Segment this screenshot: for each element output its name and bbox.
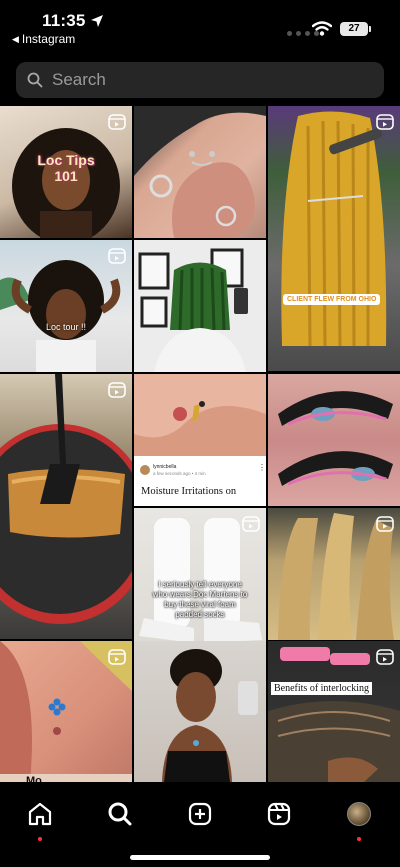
client-flew-caption: CLIENT FLEW FROM OHIO [283,294,381,305]
home-notification-dot [38,837,42,841]
tab-profile[interactable] [339,794,379,841]
reel-icon [376,516,394,532]
ear-photo [134,106,266,238]
search-bar[interactable] [16,62,384,98]
back-to-app-link[interactable]: ◀ Instagram [12,32,75,46]
explore-tile-green-locs[interactable] [134,240,266,372]
explore-tile-interlocking[interactable]: Benefits of interlocking [268,641,400,782]
grilled-cheese-photo [0,374,132,624]
reel-icon [376,649,394,665]
lashes-photo [278,391,393,486]
battery-indicator: 27 [340,22,371,36]
tab-search[interactable] [100,794,140,834]
reels-icon [267,802,291,826]
reel-icon [108,248,126,264]
author-avatar [140,465,150,475]
tab-reels[interactable] [259,794,299,834]
post-meta: a few seconds ago • 4 min [153,471,206,476]
explore-tile-moisture-post[interactable]: lynnicbella a few seconds ago • 4 min ⋮ … [134,374,266,506]
explore-tile-lashes[interactable] [268,374,400,506]
explore-grid: Loc Tips 101 CLIENT FLEW FROM OHIO Loc t… [0,106,400,782]
back-app-label: Instagram [21,32,76,46]
status-bar: 11:35 ◀ Instagram 27 [0,0,400,50]
back-arrow-icon: ◀ [12,33,19,44]
post-author: lynnicbella [153,464,177,470]
home-icon [28,802,52,826]
wifi-icon [312,21,332,36]
more-options-icon: ⋮ [258,463,266,472]
reel-icon [108,114,126,130]
selfie-photo [162,649,258,782]
socks-caption: I seriously tell everyone who wears Doc … [152,580,248,619]
ear-closeup-photo [134,374,266,456]
location-arrow-icon [91,15,103,27]
profile-notification-dot [357,837,361,841]
green-locs-photo [138,248,248,372]
interlocking-caption: Benefits of interlocking [271,682,372,695]
explore-tile-ear-stud[interactable]: Mo [0,641,132,782]
home-indicator [130,855,270,860]
create-post-icon [188,802,212,826]
clock: 11:35 [42,11,86,30]
reel-icon [242,516,260,532]
post-title: Moisture Irritations on [141,486,237,497]
reel-icon [376,114,394,130]
partial-caption: Mo [26,775,42,782]
search-input[interactable] [52,70,352,90]
explore-tile-grilled-cheese[interactable] [0,374,132,639]
loc-tour-caption: Loc tour !! [45,322,87,332]
search-icon [27,72,43,88]
loc-tips-caption: Loc Tips 101 [37,152,95,184]
explore-tile-selfie[interactable] [134,641,266,782]
search-tab-icon [108,802,132,826]
explore-tile-ear-piercing[interactable] [134,106,266,238]
reel-icon [108,649,126,665]
yellow-locs-photo [281,111,387,347]
reel-icon [108,382,126,398]
profile-avatar [347,802,371,826]
tab-home[interactable] [20,794,60,841]
explore-tile-client-flew[interactable]: CLIENT FLEW FROM OHIO [268,106,400,371]
tab-create[interactable] [180,794,220,834]
explore-tile-loc-tips[interactable]: Loc Tips 101 [0,106,132,238]
explore-tile-loc-tour[interactable]: Loc tour !! [0,240,132,372]
explore-tile-blonde-locs[interactable] [268,508,400,640]
